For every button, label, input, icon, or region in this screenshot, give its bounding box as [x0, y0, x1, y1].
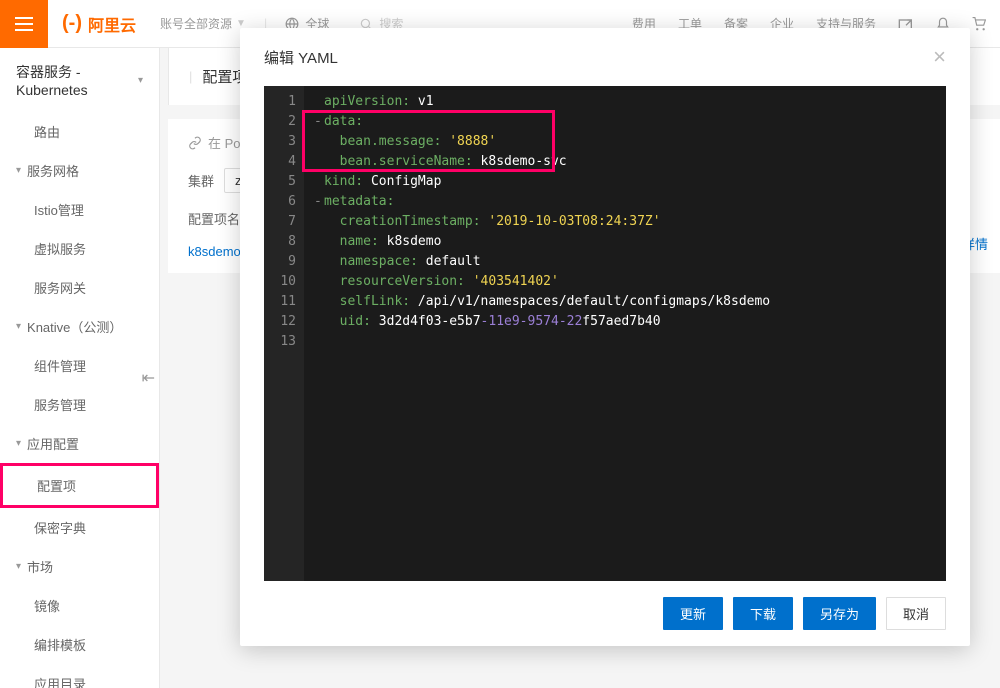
chevron-down-icon: ▾: [16, 321, 21, 332]
sidebar-group-label: 应用配置: [27, 434, 79, 453]
gutter-line: 2: [270, 112, 296, 132]
fold-icon[interactable]: -: [314, 192, 324, 212]
code-line[interactable]: resourceVersion: '403541402': [314, 272, 936, 292]
logo-bracket-icon: (-): [62, 12, 82, 35]
sidebar-item[interactable]: 服务网关: [0, 268, 159, 307]
account-resource-dropdown[interactable]: 账号全部资源 ▼: [160, 15, 246, 32]
chevron-down-icon: ▾: [138, 75, 143, 86]
fold-spacer: [314, 312, 324, 332]
close-icon[interactable]: ×: [933, 46, 946, 68]
edit-yaml-modal: 编辑 YAML × 12345678910111213 apiVersion: …: [240, 28, 970, 646]
sidebar-item[interactable]: Istio管理: [0, 190, 159, 229]
code-line[interactable]: creationTimestamp: '2019-10-03T08:24:37Z…: [314, 212, 936, 232]
sidebar-title[interactable]: 容器服务 - Kubernetes ▾: [0, 48, 159, 112]
fold-spacer: [314, 292, 324, 312]
modal-header: 编辑 YAML ×: [240, 28, 970, 86]
sidebar-item[interactable]: 应用目录: [0, 664, 159, 688]
gutter-line: 5: [270, 172, 296, 192]
fold-spacer: [314, 232, 324, 252]
code-line[interactable]: bean.message: '8888': [314, 132, 936, 152]
yaml-editor[interactable]: 12345678910111213 apiVersion: v1-data: b…: [264, 86, 946, 581]
gutter-line: 12: [270, 312, 296, 332]
gutter-line: 8: [270, 232, 296, 252]
fold-spacer: [314, 212, 324, 232]
code-line[interactable]: namespace: default: [314, 252, 936, 272]
cancel-button[interactable]: 取消: [886, 597, 946, 630]
modal-body: 12345678910111213 apiVersion: v1-data: b…: [240, 86, 970, 581]
code-line[interactable]: selfLink: /api/v1/namespaces/default/con…: [314, 292, 936, 312]
gutter-line: 4: [270, 152, 296, 172]
fold-spacer: [314, 252, 324, 272]
sidebar-item[interactable]: 组件管理: [0, 346, 159, 385]
fold-spacer: [314, 172, 324, 192]
code-line[interactable]: kind: ConfigMap: [314, 172, 936, 192]
logo-text: 阿里云: [88, 12, 136, 36]
code-line[interactable]: bean.serviceName: k8sdemo-svc: [314, 152, 936, 172]
sidebar-title-text: 容器服务 - Kubernetes: [16, 62, 134, 98]
account-dropdown-label: 账号全部资源: [160, 15, 232, 32]
sidebar-item[interactable]: 服务管理: [0, 385, 159, 424]
chevron-down-icon: ▾: [16, 165, 21, 176]
fold-spacer: [314, 132, 324, 152]
link-icon: [188, 136, 202, 150]
code-line[interactable]: -data:: [314, 112, 936, 132]
logo[interactable]: (-) 阿里云: [62, 12, 136, 36]
save-as-button[interactable]: 另存为: [803, 597, 876, 630]
fold-spacer: [314, 272, 324, 292]
sidebar-group[interactable]: ▾ 服务网格: [0, 151, 159, 190]
chevron-down-icon: ▾: [16, 438, 21, 449]
sidebar-item[interactable]: 路由: [0, 112, 159, 151]
collapse-sidebar-icon[interactable]: ⇤: [142, 368, 155, 388]
cart-icon[interactable]: [972, 17, 986, 31]
sidebar-item[interactable]: 配置项: [0, 463, 159, 508]
sidebar-item[interactable]: 保密字典: [0, 508, 159, 547]
sidebar-item[interactable]: 镜像: [0, 586, 159, 625]
fold-spacer: [314, 332, 324, 352]
sidebar-item[interactable]: 虚拟服务: [0, 229, 159, 268]
modal-title: 编辑 YAML: [264, 47, 338, 68]
code-line[interactable]: -metadata:: [314, 192, 936, 212]
editor-code[interactable]: apiVersion: v1-data: bean.message: '8888…: [304, 86, 946, 581]
code-line[interactable]: name: k8sdemo: [314, 232, 936, 252]
gutter-line: 13: [270, 332, 296, 352]
sidebar-item[interactable]: 编排模板: [0, 625, 159, 664]
gutter-line: 11: [270, 292, 296, 312]
sidebar-group[interactable]: ▾ 应用配置: [0, 424, 159, 463]
code-line[interactable]: uid: 3d2d4f03-e5b7-11e9-9574-22f57aed7b4…: [314, 312, 936, 332]
update-button[interactable]: 更新: [663, 597, 723, 630]
gutter-line: 1: [270, 92, 296, 112]
fold-icon[interactable]: -: [314, 112, 324, 132]
gutter-line: 6: [270, 192, 296, 212]
code-line[interactable]: [314, 332, 936, 352]
sidebar-group-label: 市场: [27, 557, 53, 576]
configmap-link[interactable]: k8sdemo: [188, 244, 241, 259]
gutter-line: 9: [270, 252, 296, 272]
sidebar-group[interactable]: ▾ 市场: [0, 547, 159, 586]
gutter-line: 7: [270, 212, 296, 232]
download-button[interactable]: 下载: [733, 597, 793, 630]
chevron-down-icon: ▾: [16, 561, 21, 572]
sidebar-group-label: Knative（公测）: [27, 317, 122, 336]
sidebar: 容器服务 - Kubernetes ▾ 路由▾服务网格Istio管理虚拟服务服务…: [0, 48, 160, 688]
gutter-line: 3: [270, 132, 296, 152]
fold-spacer: [314, 92, 324, 112]
editor-gutter: 12345678910111213: [264, 86, 304, 581]
sidebar-group-label: 服务网格: [27, 161, 79, 180]
sidebar-group[interactable]: ▾ Knative（公测）: [0, 307, 159, 346]
cluster-label: 集群: [188, 171, 214, 190]
hamburger-menu[interactable]: [0, 0, 48, 48]
code-line[interactable]: apiVersion: v1: [314, 92, 936, 112]
breadcrumb-divider: |: [189, 69, 192, 84]
fold-spacer: [314, 152, 324, 172]
modal-footer: 更新 下载 另存为 取消: [240, 581, 970, 646]
gutter-line: 10: [270, 272, 296, 292]
